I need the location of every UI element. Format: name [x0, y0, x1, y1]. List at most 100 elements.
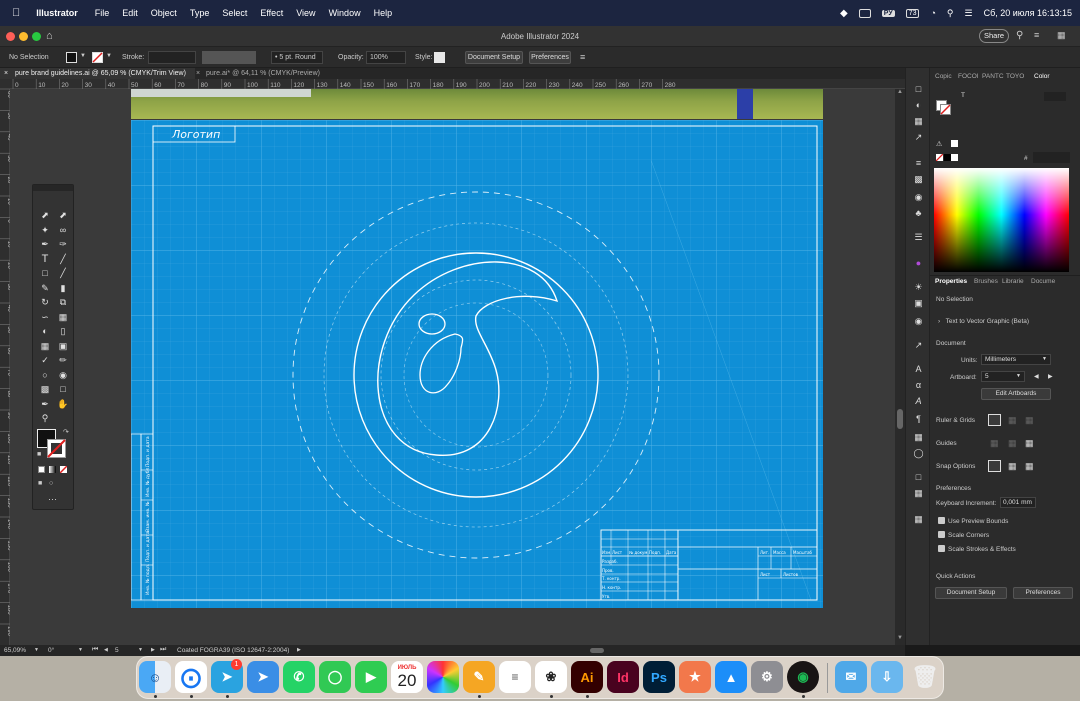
menu-file[interactable]: File — [95, 8, 110, 18]
blend-tool-icon[interactable]: ○ — [38, 368, 52, 382]
quick-document-setup-button[interactable]: Document Setup — [935, 587, 1007, 599]
graphic-style-swatch[interactable] — [434, 52, 445, 63]
use-preview-bounds-checkbox[interactable]: Use Preview Bounds — [938, 517, 1008, 525]
messages-icon[interactable]: ◯ — [319, 661, 351, 693]
status-menu-icon[interactable]: ▶ — [297, 647, 301, 653]
scale-tool-icon[interactable]: ⧉ — [56, 295, 70, 309]
scroll-down-icon[interactable]: ▼ — [897, 635, 903, 641]
rotate-tool-icon[interactable]: ↻ — [38, 295, 52, 309]
color-mode-icon[interactable] — [38, 466, 45, 473]
free-transform-tool-icon[interactable]: ▦ — [56, 310, 70, 324]
wifi-icon[interactable]: ◔ — [930, 8, 935, 18]
glyphs-icon[interactable]: α — [912, 380, 925, 391]
stroke-swatch[interactable] — [92, 52, 103, 63]
tab-color[interactable]: Color — [1034, 73, 1050, 80]
brush-definition-dropdown[interactable]: • 5 pt. Round — [271, 51, 323, 64]
draw-mode-icon[interactable]: ■ — [38, 480, 42, 487]
web-safe-swatch[interactable] — [951, 140, 958, 147]
stroke-color-box[interactable] — [47, 439, 66, 458]
scroll-up-icon[interactable]: ▲ — [897, 89, 903, 95]
zoom-level-input[interactable]: 65,09% — [4, 647, 26, 654]
screen-mode-icon[interactable]: ○ — [49, 480, 53, 487]
pathfinder-icon[interactable]: ◯ — [912, 448, 925, 459]
menu-lines-icon[interactable]: ≡ — [912, 158, 925, 169]
zoom-tool-icon[interactable]: ⚲ — [38, 411, 52, 425]
whatsapp-icon[interactable]: ✆ — [283, 661, 315, 693]
checkbox-checked[interactable] — [938, 531, 945, 538]
column-graph-tool-icon[interactable]: ▩ — [38, 382, 52, 396]
paragraph-icon[interactable]: ¶ — [912, 414, 925, 425]
artboard-dropdown[interactable]: 5 ▼ — [981, 371, 1025, 382]
ruler-toggle-icon[interactable] — [988, 414, 1001, 426]
next-artboard-icon[interactable]: ▶ — [1048, 373, 1053, 380]
horizontal-ruler[interactable]: 0 10 20 30 40 50 60 70 80 90 100 110 120 130 140 150 160… — [0, 79, 905, 89]
share-button[interactable]: Share — [979, 29, 1009, 43]
grid-toggle-icon[interactable]: ▦ — [1008, 415, 1017, 426]
navigator-icon[interactable]: ◉ — [912, 316, 925, 327]
menu-effect[interactable]: Effect — [260, 8, 283, 18]
magic-wand-tool-icon[interactable]: ✦ — [38, 223, 52, 237]
links-icon[interactable]: ▦ — [912, 488, 925, 499]
transparency-icon[interactable]: ◉ — [912, 192, 925, 203]
shape-builder-tool-icon[interactable]: ◐ — [38, 324, 52, 338]
maps-icon[interactable]: ➤ — [247, 661, 279, 693]
opacity-input[interactable]: 100% — [366, 51, 406, 64]
eyedropper-tool-icon[interactable]: ✓ — [38, 353, 52, 367]
document-info-icon[interactable]: □ — [912, 472, 925, 483]
system-settings-icon[interactable]: ⚙ — [751, 661, 783, 693]
search-icon[interactable]: ⚲ — [947, 8, 954, 19]
tab-toyo[interactable]: TOYO — [1006, 73, 1024, 80]
shield-status-icon[interactable]: ◆ — [840, 8, 848, 19]
type-tool-icon[interactable]: T — [38, 252, 52, 266]
appearance-icon[interactable]: ☀ — [912, 282, 925, 293]
swatches-icon[interactable]: ▦ — [912, 514, 925, 525]
artboard-nav-input[interactable]: 5 — [115, 647, 119, 654]
tab-pantone[interactable]: PANTC — [982, 73, 1004, 80]
perspective-grid-tool-icon[interactable]: ▦ — [38, 339, 52, 353]
width-tool-icon[interactable]: ∽ — [38, 310, 52, 324]
snap-to-pixel-icon[interactable]: ▦ — [1025, 461, 1034, 472]
finder-icon[interactable]: ☺ — [139, 661, 171, 693]
facetime-icon[interactable]: ▶ — [355, 661, 387, 693]
image-trace-icon[interactable]: ▣ — [912, 298, 925, 309]
character-icon[interactable]: A — [912, 364, 925, 375]
keyboard-increment-input[interactable]: 0,001 mm — [1000, 497, 1036, 508]
next-artboard-nav-icon[interactable]: ▶ — [151, 647, 155, 653]
hex-input[interactable] — [1033, 152, 1070, 163]
default-fill-stroke-icon[interactable]: ■ — [37, 451, 41, 458]
close-tab-icon[interactable]: × — [196, 68, 200, 79]
vertical-scrollbar[interactable]: ▲ ▼ — [895, 89, 905, 645]
menu-select[interactable]: Select — [222, 8, 247, 18]
stroke-dropdown-icon[interactable]: ▼ — [106, 53, 112, 59]
color-guide-icon[interactable]: ● — [912, 258, 925, 269]
fill-swatch[interactable] — [66, 52, 77, 63]
canvas[interactable]: Логотип Инв. № подл. Подп. и дата Взам. … — [10, 89, 895, 645]
indesign-icon[interactable]: Id — [607, 661, 639, 693]
color-spectrum[interactable] — [934, 168, 1069, 272]
stroke-weight-stepper[interactable] — [148, 51, 196, 64]
snap-to-point-icon[interactable] — [988, 460, 1001, 472]
photoshop-icon[interactable]: Ps — [643, 661, 675, 693]
search-icon[interactable]: ⚲ — [1016, 30, 1023, 41]
asset-export-icon[interactable]: ↗ — [912, 340, 925, 351]
clock[interactable]: Сб, 20 июля 16:13:15 — [984, 8, 1072, 18]
spotify-icon[interactable]: ◉ — [787, 661, 819, 693]
paintbrush-tool-icon[interactable]: ╱ — [56, 266, 70, 280]
cc-libraries-icon[interactable]: ◐ — [912, 100, 925, 111]
gradient-tool-icon[interactable]: ▣ — [56, 339, 70, 353]
properties-icon[interactable]: ▦ — [912, 116, 925, 127]
color-stroke-swatch[interactable] — [940, 104, 951, 115]
illustrator-icon[interactable]: Ai — [571, 661, 603, 693]
transparency-grid-icon[interactable]: ▦ — [1025, 415, 1034, 426]
downloads-folder-icon[interactable]: ⇩ — [871, 661, 903, 693]
symbol-sprayer-tool-icon[interactable]: ◉ — [56, 368, 70, 382]
channel-value-input[interactable] — [1044, 92, 1066, 101]
menu-view[interactable]: View — [296, 8, 315, 18]
measure-tool-icon[interactable]: ✏ — [56, 353, 70, 367]
apple-icon[interactable]:  — [12, 7, 20, 19]
vertical-ruler[interactable]: 6050403020100102030405060708090100110120… — [0, 89, 10, 645]
safari-icon[interactable]: ⨀ — [175, 661, 207, 693]
battery-indicator[interactable]: 73 — [905, 8, 920, 18]
tab-brushes[interactable]: Brushes — [974, 278, 998, 285]
preferences-button[interactable]: Preferences — [529, 51, 571, 64]
